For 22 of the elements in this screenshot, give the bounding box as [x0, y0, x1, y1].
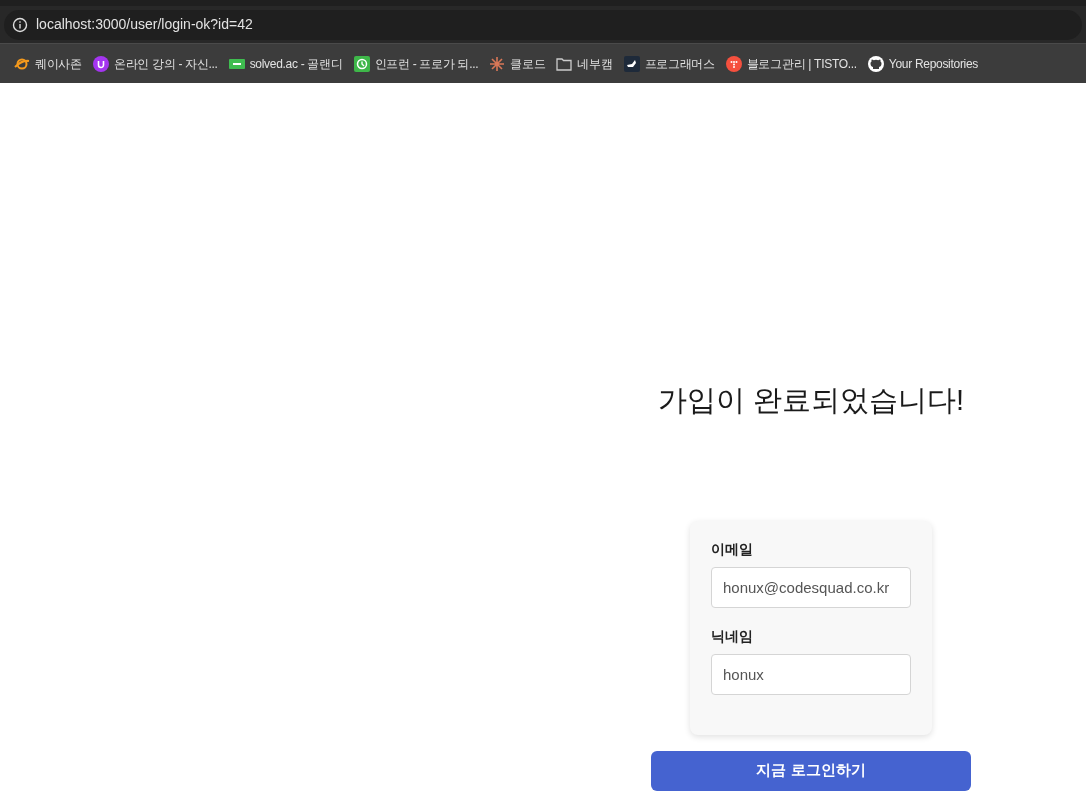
bookmark-link[interactable]: 블로그관리 | TISTO...	[725, 54, 857, 73]
bookmark-link[interactable]: 프로그래머스	[623, 54, 715, 73]
bookmark-link[interactable]: 온라인 강의 - 자신...	[92, 54, 218, 73]
bookmark-link[interactable]: Your Repositories	[867, 54, 979, 73]
page-heading: 가입이 완료되었습니다!	[657, 383, 965, 418]
field-label: 이메일	[711, 539, 754, 559]
bookmark-link[interactable]: 네부캠	[556, 54, 613, 73]
u-badge-icon	[92, 55, 109, 72]
login-now-button[interactable]: 지금 로그인하기	[651, 750, 971, 791]
url-text[interactable]: localhost:3000/user/login-ok?id=42	[36, 14, 253, 35]
bookmark-link[interactable]: 퀘이사존	[14, 54, 82, 73]
bookmark-link[interactable]: 클로드	[489, 54, 546, 73]
sunburst-icon	[489, 55, 506, 72]
info-icon[interactable]	[12, 16, 28, 33]
bookmark-link[interactable]: 인프런 - 프로가 되...	[353, 54, 479, 73]
text-field[interactable]: honux	[711, 653, 911, 695]
field-label: 닉네임	[711, 626, 754, 646]
t-dot-icon	[725, 55, 742, 72]
clock-icon	[353, 55, 370, 72]
bookmark-link[interactable]: solved.ac - 골랜디	[228, 54, 343, 73]
folder-icon	[556, 56, 573, 71]
text-field[interactable]: honux@codesquad.co.kr	[711, 566, 911, 608]
